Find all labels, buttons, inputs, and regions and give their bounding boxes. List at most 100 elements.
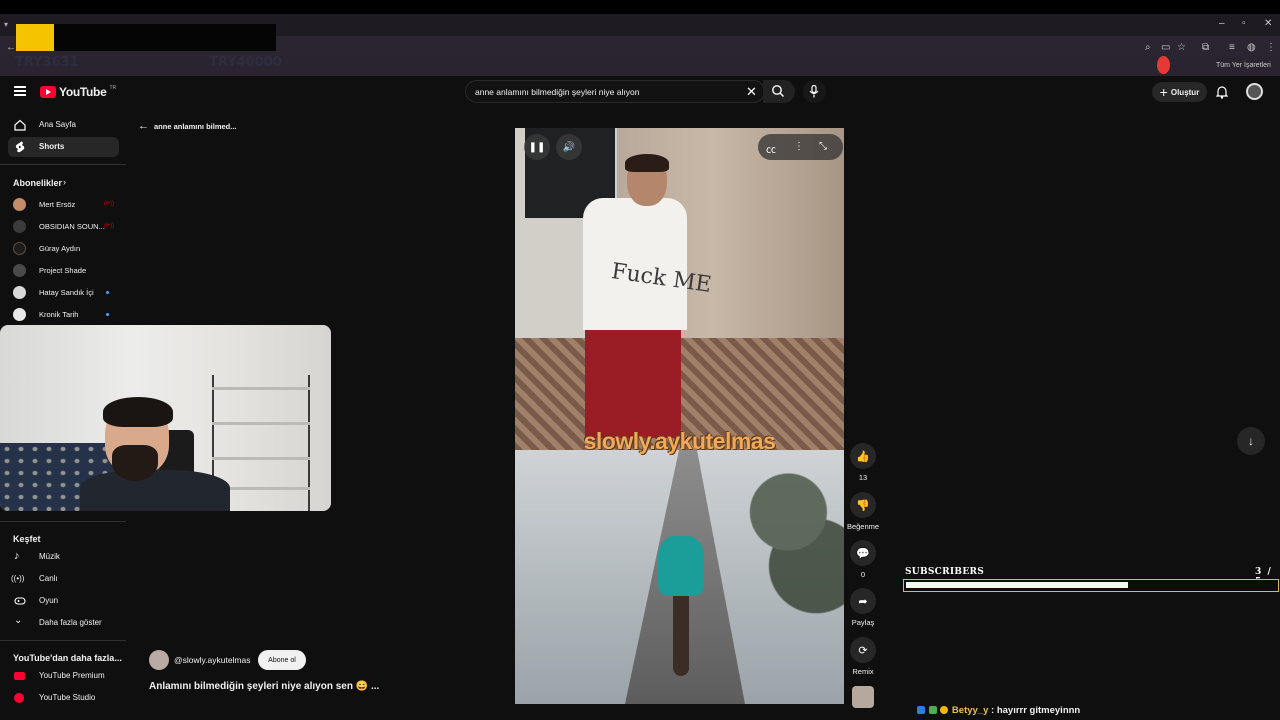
sidebar-item-music[interactable]: ♪ Müzik [8,547,119,567]
minimize-icon[interactable]: – [1219,18,1225,29]
avatar[interactable] [13,198,26,211]
volume-icon: 🔊 [562,141,576,153]
create-label: Oluştur [1170,87,1200,97]
stream-overlay-banner [54,24,276,51]
next-short-button[interactable]: ↓ [1237,427,1265,455]
webcam-streamer-hair [103,397,173,427]
youtube-premium-icon [14,672,25,680]
browser-menu-icon[interactable]: ⋮ [1266,42,1276,53]
channel-avatar[interactable] [149,650,169,670]
avatar[interactable] [13,242,26,255]
subscribers-progress-fill [906,582,1128,588]
player-controls-group: ㏄ ⋮ ⤡ [758,134,843,160]
short-title[interactable]: Anlamını bilmediğin şeyleri niye alıyon … [149,681,379,692]
sidebar-item-home[interactable]: Ana Sayfa [8,115,119,135]
shorts-icon [15,141,25,153]
subscription-label[interactable]: Hatay Sandık İçi [39,288,94,297]
sidebar-item-show-more[interactable]: ⌄ Daha fazla göster [8,613,119,633]
like-count: 13 [858,473,868,482]
webcam-shelf-bar [212,457,310,460]
video-rider [658,536,704,596]
subscribe-button[interactable]: Abone ol [258,650,306,670]
browser-back-icon[interactable]: ← [6,42,16,53]
youtube-logo[interactable]: YouTube TR [40,85,116,99]
captions-icon[interactable]: ㏄ [766,141,776,156]
remix-button[interactable]: ⟳ [850,637,876,663]
sidebar-item-studio[interactable]: YouTube Studio [8,688,119,708]
subscription-label[interactable]: Mert Ersöz [39,200,75,209]
verified-badge-icon [917,706,925,714]
bookmark-star-icon[interactable]: ☆ [1177,42,1186,53]
zoom-icon[interactable]: ⌕ [1145,42,1151,53]
stream-overlay-logo [16,24,54,51]
sound-thumbnail[interactable] [852,686,874,708]
share-button[interactable]: ➦ [850,588,876,614]
close-window-icon[interactable]: ✕ [1264,18,1272,29]
avatar[interactable] [13,286,26,299]
fullscreen-icon[interactable]: ⤡ [819,141,827,152]
arrow-down-icon: ↓ [1248,434,1254,448]
subscription-label[interactable]: OBSIDIAN SOUN... [39,222,105,231]
more-options-icon[interactable]: ⋮ [794,141,804,152]
volume-button[interactable]: 🔊 [556,134,582,160]
search-query: anne anlamını bilmediğin şeyleri niye al… [475,87,640,97]
subscribers-goal-label: SUBSCRIBERS [905,567,985,577]
new-content-dot [106,313,109,316]
clear-search-icon[interactable]: ✕ [746,84,757,100]
share-label: Paylaş [851,618,875,627]
channel-name[interactable]: @slowly.aykutelmas [174,655,251,665]
youtube-studio-icon [14,693,24,703]
search-input[interactable]: anne anlamını bilmediğin şeyleri niye al… [465,80,765,103]
sidebar-item-live[interactable]: ((•)) Canlı [8,569,119,589]
chat-message: Betyy_y : hayırrr gitmeyinnn [917,705,1080,716]
account-avatar[interactable] [1246,83,1263,100]
microphone-icon [809,85,819,98]
sub-badge-icon [928,706,937,714]
short-video-player[interactable]: Fuck ME slowly.aykutelmas ❚❚ 🔊 ㏄ ⋮ ⤡ [515,128,844,704]
pause-button[interactable]: ❚❚ [524,134,550,160]
tab-list-icon[interactable]: ▾ [4,20,14,30]
like-button[interactable]: 👍 [850,443,876,469]
webcam-shelf-bar [212,387,310,390]
pause-icon: ❚❚ [528,141,546,153]
comment-count: 0 [860,570,866,579]
sidepanel-icon[interactable]: ≡ [1229,42,1235,53]
sidebar-item-gaming[interactable]: Oyun [8,591,119,611]
dislike-button[interactable]: 👎 [850,492,876,518]
cast-icon[interactable]: ▭ [1161,42,1170,53]
profile-icon[interactable]: ◍ [1247,42,1256,53]
extensions-icon[interactable]: ⧉ [1202,42,1209,53]
thumbs-up-icon: 👍 [856,450,870,463]
webcam-streamer-body [80,470,230,511]
back-arrow-icon[interactable]: ← [138,120,149,132]
create-button[interactable]: + Oluştur [1152,82,1207,102]
subscription-label[interactable]: Project Shade [39,266,86,275]
share-icon: ➦ [858,595,868,608]
avatar[interactable] [13,220,26,233]
subscription-label[interactable]: Kronik Tarih [39,310,78,319]
back-to-search-label[interactable]: anne anlamını bilmed... [154,122,237,131]
avatar[interactable] [13,308,26,321]
subscription-label[interactable]: Güray Aydın [39,244,80,253]
restore-icon[interactable]: ▫ [1242,18,1246,29]
subscriptions-heading[interactable]: Abonelikler [13,178,62,188]
sidebar-label: Daha fazla göster [39,618,102,627]
sidebar-label: Canlı [39,574,58,583]
search-icon [772,85,784,97]
webcam-streamer-beard [112,445,158,481]
video-bike [673,588,689,676]
voice-search-button[interactable] [803,80,826,103]
youtube-wordmark: YouTube [59,85,107,99]
bits-badge-icon [940,706,949,714]
search-button[interactable] [763,80,795,103]
comments-button[interactable]: 💬 [850,540,876,566]
hamburger-menu-icon[interactable] [14,86,26,96]
record-indicator [1157,56,1170,74]
sidebar-item-shorts[interactable]: Shorts [8,137,119,157]
video-person-hair [625,154,669,172]
sidebar-item-premium[interactable]: YouTube Premium [8,666,119,686]
avatar[interactable] [13,264,26,277]
all-bookmarks-label[interactable]: Tüm Yer İşaretleri [1216,62,1271,69]
chevron-right-icon[interactable]: › [63,177,66,187]
notifications-bell-icon[interactable] [1216,85,1228,99]
